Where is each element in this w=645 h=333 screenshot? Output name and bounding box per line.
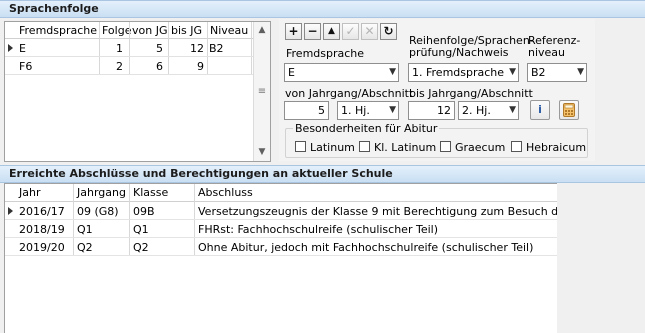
table-row[interactable]: 2018/19 Q1 Q1 FHRst: Fachhochschulreife … [5,220,557,238]
cell-abschluss: Versetzungszeugnis der Klasse 9 mit Bere… [198,205,557,218]
reihenfolge-value: 1. Fremdsprache [412,66,505,79]
cell-bis: 12 [190,42,204,55]
row-indicator-icon [8,207,13,215]
vertical-scrollbar[interactable]: ▲ ≡ ▼ [253,22,270,161]
bis-abschnitt-select[interactable]: 2. Hj. ▼ [458,101,519,120]
von-jahrgang-label: von Jahrgang/Abschnitt [285,87,414,100]
col-fremdsprache[interactable]: Fremdsprache [19,24,97,37]
graecum-checkbox[interactable]: Graecum [440,141,505,154]
scroll-up-arrow-icon[interactable]: ▲ [254,22,270,38]
col-abschluss[interactable]: Abschluss [198,186,253,199]
calculator-button[interactable] [559,100,579,120]
fremdsprache-select[interactable]: E ▼ [284,63,399,82]
cell-von: 5 [156,42,163,55]
bis-abschnitt-value: 2. Hj. [462,104,491,117]
col-jahrgang[interactable]: Jahrgang [77,186,126,199]
kl-latinum-label: Kl. Latinum [374,141,437,154]
reihenfolge-select[interactable]: 1. Fremdsprache ▼ [408,63,519,82]
fremdsprache-value: E [288,66,295,79]
cell-klasse: Q2 [133,241,149,254]
grid-header: Jahr Jahrgang Klasse Abschluss [5,184,557,202]
besonderheiten-groupbox: Besonderheiten für Abitur Latinum Kl. La… [285,122,588,158]
col-folge[interactable]: Folge [102,24,131,37]
row-indicator-icon [8,44,13,52]
section-header-sprachenfolge: Sprachenfolge [0,0,645,18]
cell-jahrgang: 09 (G8) [77,205,119,218]
reihenfolge-label-line2: prüfung/Nachweis [409,46,509,59]
chevron-down-icon[interactable]: ▼ [577,64,584,81]
remove-button[interactable]: − [304,23,321,40]
cell-jahr: 2018/19 [19,223,65,236]
col-klasse[interactable]: Klasse [133,186,168,199]
chevron-down-icon[interactable]: ▼ [389,102,396,119]
cell-von: 6 [156,60,163,73]
graecum-label: Graecum [455,141,506,154]
latinum-checkbox[interactable]: Latinum [295,141,355,154]
checkbox-box[interactable] [295,141,306,152]
abschluesse-grid[interactable]: Jahr Jahrgang Klasse Abschluss 2016/17 0… [4,183,557,333]
scroll-down-arrow-icon[interactable]: ▼ [254,144,270,160]
chevron-down-icon[interactable]: ▼ [389,64,396,81]
checkbox-box[interactable] [359,141,370,152]
cell-jahr: 2016/17 [19,205,65,218]
col-jahr[interactable]: Jahr [19,186,40,199]
von-abschnitt-value: 1. Hj. [341,104,370,117]
col-bis-jg[interactable]: bis JG [171,24,202,37]
checkbox-box[interactable] [440,141,451,152]
cell-jahrgang: Q2 [77,241,93,254]
chevron-down-icon[interactable]: ▼ [509,102,516,119]
cell-niveau: B2 [209,42,224,55]
cell-abschluss: Ohne Abitur, jedoch mit Fachhochschulrei… [198,241,534,254]
latinum-label: Latinum [310,141,355,154]
cell-klasse: Q1 [133,223,149,236]
cancel-button[interactable]: ✕ [361,23,378,40]
info-button[interactable]: i [530,100,550,120]
calculator-icon [563,103,575,117]
von-jahrgang-input[interactable]: 5 [284,101,329,120]
col-von-jg[interactable]: von JG [132,24,167,37]
bis-jahrgang-input[interactable]: 12 [408,101,455,120]
move-up-button[interactable]: ▲ [323,23,340,40]
section-header-abschluesse: Erreichte Abschlüsse und Berechtigungen … [0,165,645,183]
confirm-button[interactable]: ✓ [342,23,359,40]
checkbox-box[interactable] [511,141,522,152]
cell-folge: 2 [116,60,123,73]
cell-klasse: 09B [133,205,155,218]
von-abschnitt-select[interactable]: 1. Hj. ▼ [337,101,399,120]
fremdsprache-label: Fremdsprache [286,47,365,60]
cell-jahrgang: Q1 [77,223,93,236]
sprachenfolge-grid[interactable]: Fremdsprache Folge von JG bis JG Niveau … [4,21,271,162]
referenz-value: B2 [531,66,546,79]
col-niveau[interactable]: Niveau [210,24,248,37]
refresh-button[interactable]: ↻ [380,23,397,40]
table-row[interactable]: E 1 5 12 B2 [5,39,253,57]
cell-folge: 1 [116,42,123,55]
table-row[interactable]: 2019/20 Q2 Q2 Ohne Abitur, jedoch mit Fa… [5,238,557,256]
detail-panel: + − ▲ ✓ ✕ ↻ Fremdsprache E ▼ Reihenfolge… [279,19,595,161]
table-row[interactable]: F6 2 6 9 [5,57,253,75]
cell-abschluss: FHRst: Fachhochschulreife (schulischer T… [198,223,438,236]
table-row[interactable]: 2016/17 09 (G8) 09B Versetzungszeugnis d… [5,202,557,220]
referenzniveau-select[interactable]: B2 ▼ [527,63,587,82]
referenz-label-line2: niveau [528,46,566,59]
cell-jahr: 2019/20 [19,241,65,254]
chevron-down-icon[interactable]: ▼ [509,64,516,81]
bis-jahrgang-label: bis Jahrgang/Abschnitt [409,87,533,100]
kl-latinum-checkbox[interactable]: Kl. Latinum [359,141,436,154]
hebraicum-label: Hebraicum [526,141,587,154]
cell-sprache: F6 [19,60,33,73]
besonderheiten-title: Besonderheiten für Abitur [293,122,440,135]
cell-sprache: E [19,42,26,55]
add-button[interactable]: + [285,23,302,40]
scroll-thumb[interactable]: ≡ [255,39,269,144]
hebraicum-checkbox[interactable]: Hebraicum [511,141,586,154]
cell-bis: 9 [197,60,204,73]
